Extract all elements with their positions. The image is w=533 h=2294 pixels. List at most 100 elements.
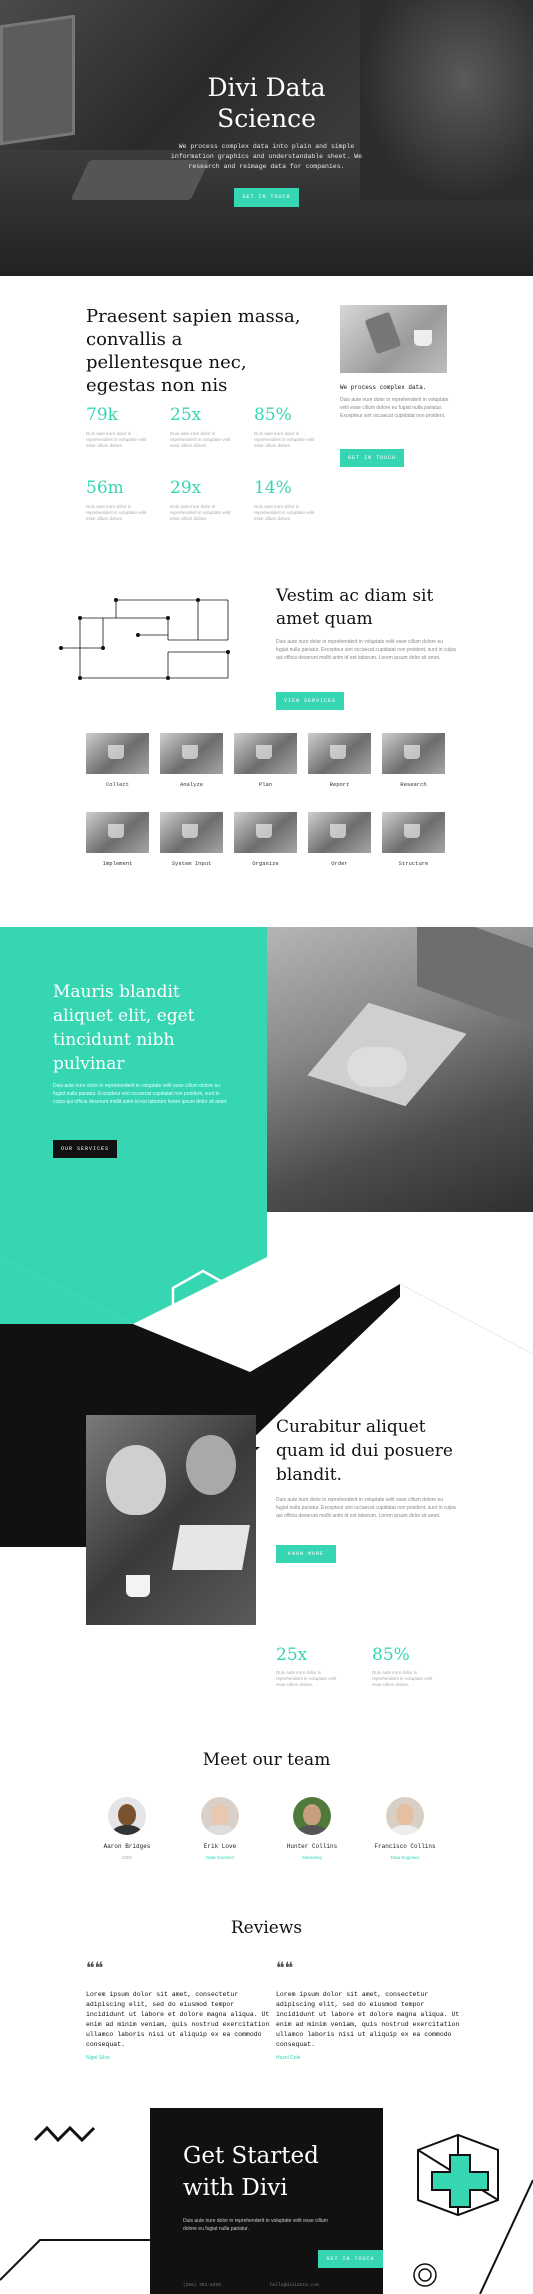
- hero-title: Divi Data Science: [0, 72, 533, 134]
- avatar[interactable]: [201, 1797, 239, 1835]
- person-image: [186, 1435, 236, 1495]
- curabitur-title: Curabitur aliquet quam id dui posuere bl…: [276, 1417, 453, 1485]
- stat-text: Duis aute irure dolor in reprehenderit i…: [170, 504, 231, 521]
- hero-cta-button[interactable]: GET IN TOUCH: [234, 188, 299, 207]
- team-title: Meet our team: [202, 1750, 331, 1770]
- curabitur-stat-value: 85%: [372, 1645, 410, 1665]
- hands-image: [347, 1047, 407, 1087]
- hero-title-line: Science: [217, 104, 316, 133]
- stat-text: Duis aute irure dolor in reprehenderit i…: [86, 504, 147, 521]
- know-more-button[interactable]: KNOW MORE: [276, 1545, 336, 1563]
- laptop-screen-image: [417, 927, 533, 1029]
- teal-title: Mauris blandit aliquet elit, eget tincid…: [53, 982, 195, 1074]
- intro-subtitle: We process complex data.: [340, 384, 427, 391]
- stat-value: 25x: [170, 405, 202, 425]
- review-text: Lorem ipsum dolor sit amet, consectetur …: [86, 1991, 270, 2048]
- cup-image: [414, 330, 432, 346]
- step-label: Structure: [398, 860, 429, 867]
- person-image: [106, 1445, 166, 1515]
- avatar-face: [118, 1804, 136, 1826]
- step-thumbnail[interactable]: [160, 812, 223, 853]
- avatar-shoulders: [390, 1825, 420, 1835]
- hexagon-icon: [171, 1269, 235, 1343]
- step-thumbnail[interactable]: [308, 812, 371, 853]
- our-services-button[interactable]: OUR SERVICES: [53, 1140, 117, 1158]
- hero-description: We process complex data into plain and s…: [170, 143, 363, 170]
- cta-phone: (255) 352-6258: [183, 2283, 221, 2288]
- quote-icon: ❝❝: [86, 1958, 104, 1977]
- avatar-face: [211, 1804, 229, 1826]
- step-thumbnail[interactable]: [308, 733, 371, 774]
- step-thumbnail[interactable]: [86, 733, 149, 774]
- curabitur-stat-text: Duis aute irure dolor in reprehenderit i…: [276, 1670, 337, 1687]
- process-flow-diagram: [59, 598, 230, 680]
- step-thumbnail[interactable]: [160, 733, 223, 774]
- hero-title-line: Divi Data: [207, 73, 326, 102]
- step-label: Report: [329, 781, 350, 788]
- member-role: CEO: [122, 1855, 132, 1860]
- avatar[interactable]: [108, 1797, 146, 1835]
- member-name: Aaron Bridges: [103, 1843, 151, 1850]
- team-photo: [86, 1415, 256, 1625]
- stat-text: Duis aute irure dolor in reprehenderit i…: [170, 431, 231, 448]
- step-label: Research: [400, 781, 427, 788]
- view-services-button[interactable]: VIEW SERVICES: [276, 692, 344, 710]
- stat-value: 85%: [254, 405, 292, 425]
- hero-section: Divi Data Science We process complex dat…: [0, 0, 533, 276]
- curabitur-stat-text: Duis aute irure dolor in reprehenderit i…: [372, 1670, 433, 1687]
- laptop-photo: [267, 927, 533, 1212]
- member-role: Data Engineer: [390, 1855, 420, 1860]
- review-author[interactable]: Nigel Silva: [86, 2055, 110, 2061]
- step-label: Collect: [105, 781, 130, 788]
- step-label: Plan: [258, 781, 273, 788]
- curabitur-body: Duis aute irure dolor in reprehenderit i…: [276, 1497, 456, 1519]
- curabitur-stat-value: 25x: [276, 1645, 308, 1665]
- member-name: Hunter Collins: [286, 1843, 338, 1850]
- intro-body: Duis aute irure dolor in reprehenderit i…: [340, 397, 449, 419]
- step-label: System Input: [171, 860, 212, 867]
- phone-image: [364, 311, 402, 355]
- step-label: Implement: [102, 860, 133, 867]
- cta-email[interactable]: hello@dividata.com: [270, 2283, 319, 2288]
- reviews-title: Reviews: [230, 1918, 303, 1938]
- member-name: Francisco Collins: [374, 1843, 436, 1850]
- stat-value: 29x: [170, 478, 202, 498]
- cta-body: Duis aute irure dolor in reprehenderit i…: [183, 2218, 328, 2232]
- step-thumbnail[interactable]: [234, 733, 297, 774]
- avatar-shoulders: [205, 1825, 235, 1835]
- step-label: Analyze: [179, 781, 204, 788]
- teal-body: Duis aute irure dolor in reprehenderit i…: [53, 1083, 228, 1105]
- step-thumbnail[interactable]: [86, 812, 149, 853]
- stat-value: 14%: [254, 478, 292, 498]
- cta-button[interactable]: GET IN TOUCH: [318, 2250, 383, 2268]
- review-author[interactable]: Hazel Cole: [276, 2055, 300, 2061]
- stat-text: Duis aute irure dolor in reprehenderit i…: [254, 431, 315, 448]
- process-title: Vestim ac diam sit amet quam: [276, 586, 434, 629]
- step-thumbnail[interactable]: [234, 812, 297, 853]
- laptop-image: [172, 1525, 250, 1570]
- intro-photo: [340, 305, 447, 373]
- stat-value: 56m: [86, 478, 124, 498]
- mug-image: [126, 1575, 150, 1597]
- quote-icon: ❝❝: [276, 1958, 294, 1977]
- process-body: Duis aute irure dolor in reprehenderit i…: [276, 639, 456, 661]
- member-role: Marketing: [302, 1855, 322, 1860]
- stat-text: Duis aute irure dolor in reprehenderit i…: [254, 504, 315, 521]
- cta-title: Get Started with Divi: [183, 2140, 363, 2204]
- intro-title: Praesent sapien massa, convallis a pelle…: [86, 306, 301, 396]
- avatar-face: [303, 1804, 321, 1826]
- stat-value: 79k: [86, 405, 118, 425]
- step-thumbnail[interactable]: [382, 812, 445, 853]
- avatar[interactable]: [386, 1797, 424, 1835]
- stat-text: Duis aute irure dolor in reprehenderit i…: [86, 431, 147, 448]
- avatar-shoulders: [112, 1825, 142, 1835]
- step-thumbnail[interactable]: [382, 733, 445, 774]
- avatar[interactable]: [293, 1797, 331, 1835]
- avatar-face: [396, 1804, 414, 1826]
- member-name: Erik Love: [203, 1843, 237, 1850]
- review-text: Lorem ipsum dolor sit amet, consectetur …: [276, 1991, 460, 2048]
- intro-cta-button[interactable]: GET IN TOUCH: [340, 449, 404, 467]
- cta-title-line: with Divi: [183, 2175, 288, 2201]
- avatar-shoulders: [297, 1825, 327, 1835]
- step-label: Order: [331, 860, 348, 867]
